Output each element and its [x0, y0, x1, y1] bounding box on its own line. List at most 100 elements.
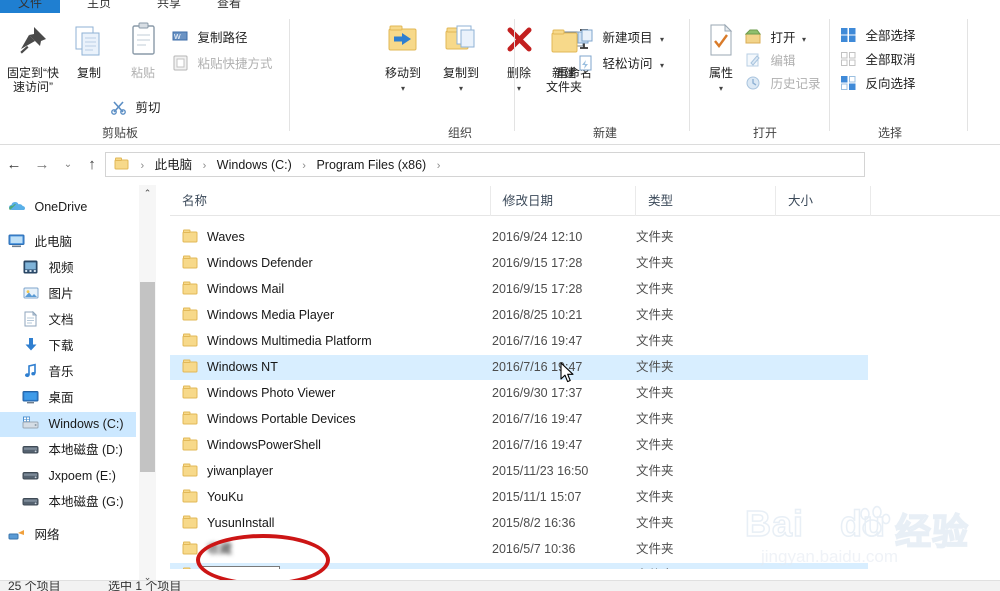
paste-shortcut-icon — [172, 55, 189, 71]
properties-label: 属性 — [708, 66, 733, 80]
history-button[interactable]: 历史记录 — [745, 73, 821, 95]
scroll-up-arrow-icon[interactable]: ⌃ — [139, 185, 156, 202]
move-to-button[interactable]: 移动到 ▾ — [372, 19, 434, 94]
edit-button[interactable]: 编辑 — [745, 50, 796, 72]
this-pc-icon — [8, 233, 26, 249]
open-dropdown-caret[interactable]: ▾ — [802, 35, 806, 44]
breadcrumb-item-0[interactable]: 此电脑 — [155, 158, 193, 172]
sidebar-item-downloads[interactable]: 下载 — [0, 334, 136, 359]
sidebar-item-pictures[interactable]: 图片 — [0, 282, 136, 307]
back-button[interactable]: ← — [4, 155, 24, 175]
copy-path-button[interactable]: W 复制路径 — [172, 27, 248, 49]
sidebar-item-disk-g[interactable]: 本地磁盘 (G:) — [0, 490, 136, 515]
table-row[interactable]: Windows Portable Devices 2016/7/16 19:47… — [170, 407, 868, 432]
open-icon — [744, 29, 762, 45]
file-name-cell: Windows Portable Devices — [182, 407, 356, 432]
file-date-cell: 2016/7/16 19:47 — [492, 412, 583, 426]
move-to-dropdown-caret[interactable]: ▾ — [401, 84, 405, 93]
sidebar-item-music[interactable]: 音乐 — [0, 360, 136, 385]
invert-selection-label: 反向选择 — [865, 77, 916, 91]
history-icon — [745, 75, 762, 91]
recent-locations-button[interactable]: ⌄ — [58, 155, 78, 175]
new-item-button[interactable]: 新建项目 ▾ — [577, 27, 664, 49]
easy-access-button[interactable]: 轻松访问 ▾ — [577, 53, 664, 75]
breadcrumb: › 此电脑 › Windows (C:) › Program Files (x8… — [114, 153, 447, 178]
status-bar: 25 个项目 选中 1 个项目 — [0, 580, 1000, 591]
table-row[interactable]: Windows NT 2016/7/16 19:47 文件夹 — [170, 355, 868, 380]
navigation-pane: OneDrive 此电脑 视频 图片 文档 下载 音乐 桌面 Windows (… — [0, 185, 136, 586]
select-all-button[interactable]: 全部选择 — [840, 25, 916, 47]
new-folder-label-line2: 文件夹 — [545, 80, 582, 94]
table-row[interactable]: WindowsPowerShell 2016/7/16 19:47 文件夹 — [170, 433, 868, 458]
copy-to-button[interactable]: 复制到 ▾ — [430, 19, 492, 94]
sidebar-label-network: 网络 — [34, 528, 60, 542]
select-none-label: 全部取消 — [865, 53, 916, 67]
table-row[interactable]: YouKu 2015/11/1 15:07 文件夹 — [170, 485, 868, 510]
edit-label: 编辑 — [770, 54, 796, 68]
file-name-text: yiwanplayer — [207, 464, 274, 478]
table-row[interactable]: Windows Defender 2016/9/15 17:28 文件夹 — [170, 251, 868, 276]
rename-input[interactable]: Jxpoem — [202, 566, 280, 569]
invert-selection-button[interactable]: 反向选择 — [840, 73, 916, 95]
breadcrumb-item-1[interactable]: Windows (C:) — [217, 158, 292, 172]
tab-view[interactable]: 查看 — [200, 0, 258, 13]
file-name-text: Windows Mail — [207, 282, 285, 296]
sidebar-item-videos[interactable]: 视频 — [0, 256, 136, 281]
address-input[interactable]: › 此电脑 › Windows (C:) › Program Files (x8… — [105, 152, 865, 177]
easy-access-dropdown-caret[interactable]: ▾ — [660, 61, 664, 70]
column-header-size[interactable]: 大小 — [775, 186, 870, 216]
column-header-date[interactable]: 修改日期 — [490, 186, 635, 216]
move-to-label: 移动到 — [384, 66, 421, 80]
table-row[interactable]: Windows Photo Viewer 2016/9/30 17:37 文件夹 — [170, 381, 868, 406]
breadcrumb-sep-2: › — [302, 160, 306, 172]
sidebar-item-documents[interactable]: 文档 — [0, 308, 136, 333]
sidebar-item-windows-c[interactable]: Windows (C:) — [0, 412, 136, 437]
forward-button[interactable]: → — [32, 155, 52, 175]
new-item-dropdown-caret[interactable]: ▾ — [660, 35, 664, 44]
ribbon-panel-top — [138, 0, 1000, 13]
status-selected-count: 选中 1 个项目 — [108, 580, 182, 591]
table-row[interactable]: yiwanplayer 2015/11/23 16:50 文件夹 — [170, 459, 868, 484]
sidebar-item-jxpoem-e[interactable]: Jxpoem (E:) — [0, 464, 136, 489]
sidebar-item-onedrive[interactable]: OneDrive — [0, 195, 136, 220]
table-row[interactable]: Windows Media Player 2016/8/25 10:21 文件夹 — [170, 303, 868, 328]
sidebar-item-desktop[interactable]: 桌面 — [0, 386, 136, 411]
tab-share[interactable]: 共享 — [140, 0, 198, 13]
file-type-cell: 文件夹 — [636, 542, 674, 556]
table-row-renaming[interactable]: Jxpoem 2016/10/2 21:11 文件夹 — [170, 563, 868, 569]
navigation-pane-scrollbar[interactable]: ⌃ ⌄ — [139, 185, 156, 586]
breadcrumb-item-2[interactable]: Program Files (x86) — [316, 158, 426, 172]
open-button[interactable]: 打开 ▾ — [744, 27, 806, 49]
sidebar-label-pictures: 图片 — [48, 287, 74, 301]
cut-button[interactable]: 剪切 — [110, 97, 161, 119]
tab-home[interactable]: 主页 — [70, 0, 128, 13]
tab-file[interactable]: 文件 — [0, 0, 60, 13]
properties-button[interactable]: 属性 ▾ — [690, 19, 752, 94]
new-item-icon — [577, 29, 594, 45]
copy-button[interactable]: 复制 — [58, 19, 120, 80]
column-header-size-label: 大小 — [788, 194, 814, 208]
column-header-spacer[interactable] — [870, 186, 1000, 216]
file-name-text: YouKu — [207, 490, 244, 504]
file-date-cell: 2016/7/16 19:47 — [492, 438, 583, 452]
ribbon-group-open: 属性 ▾ 打开 ▾ 编辑 历史记录 打开 — [690, 13, 830, 145]
table-row[interactable]: Waves 2016/9/24 12:10 文件夹 — [170, 225, 868, 250]
sidebar-item-this-pc[interactable]: 此电脑 — [0, 230, 136, 255]
table-row[interactable]: 收藏 2016/5/7 10:36 文件夹 — [170, 537, 868, 562]
select-none-button[interactable]: 全部取消 — [840, 49, 916, 71]
paste-button[interactable]: 粘贴 — [112, 19, 174, 80]
column-header-name[interactable]: 名称 ⌃ — [170, 186, 509, 216]
copy-to-dropdown-caret[interactable]: ▾ — [459, 84, 463, 93]
table-row[interactable]: YusunInstall 2015/8/2 16:36 文件夹 — [170, 511, 868, 536]
pin-to-quick-access-button[interactable]: 固定到“快 速访问” — [2, 19, 64, 94]
table-row[interactable]: Windows Multimedia Platform 2016/7/16 19… — [170, 329, 868, 354]
column-header-type[interactable]: 类型 — [635, 186, 775, 216]
paste-shortcut-button[interactable]: 粘贴快捷方式 — [172, 53, 273, 75]
sidebar-item-disk-d[interactable]: 本地磁盘 (D:) — [0, 438, 136, 463]
properties-dropdown-caret[interactable]: ▾ — [719, 84, 723, 93]
breadcrumb-sep-3[interactable]: › — [437, 160, 441, 172]
up-button[interactable]: ↑ — [82, 155, 102, 175]
table-row[interactable]: Windows Mail 2016/9/15 17:28 文件夹 — [170, 277, 868, 302]
sidebar-item-network[interactable]: 网络 — [0, 523, 136, 548]
scrollbar-thumb[interactable] — [140, 282, 155, 472]
